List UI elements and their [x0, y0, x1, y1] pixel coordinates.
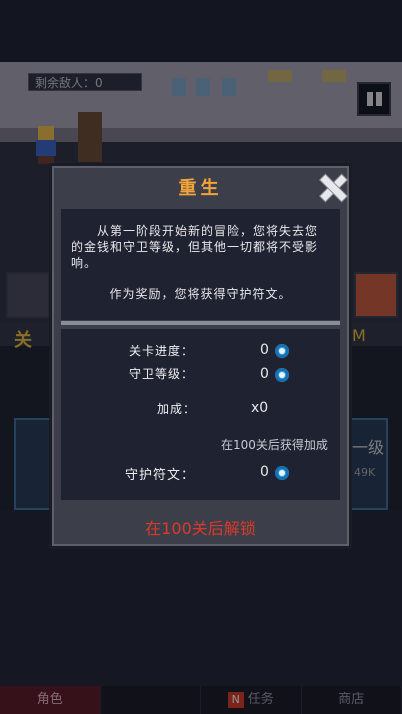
rune-label: 守护符文： [125, 468, 196, 483]
stats-box: 关卡进度： 0 守卫等级： 0 加成： x0 在100关后获得加成 守护符文： … [61, 329, 340, 500]
rebirth-dialog: 重生 从第一阶段开始新的冒险，您将失去您的金钱和守卫等级，但其他一切都将不受影响… [49, 163, 352, 549]
guard-level-label: 守卫等级： [129, 367, 195, 381]
unlock-button[interactable]: 在100关后解锁 [52, 515, 349, 539]
rune-icon [275, 368, 289, 382]
bonus-value: x0 [251, 400, 269, 416]
bonus-label: 加成： [157, 402, 197, 416]
rune-icon [275, 466, 289, 480]
dialog-title: 重生 [178, 178, 223, 199]
close-icon[interactable] [320, 175, 346, 201]
stage-progress-label: 关卡进度： [129, 344, 195, 358]
stage-progress-value: 0 [260, 342, 269, 358]
description-box: 从第一阶段开始新的冒险，您将失去您的金钱和守卫等级，但其他一切都将不受影响。 作… [61, 209, 340, 320]
divider [61, 321, 340, 325]
bonus-note: 在100关后获得加成 [221, 438, 328, 452]
rune-icon [275, 344, 289, 358]
reward-text: 作为奖励，您将获得守护符文。 [109, 287, 292, 301]
description-text: 从第一阶段开始新的冒险，您将失去您的金钱和守卫等级，但其他一切都将不受影响。 [71, 224, 319, 270]
rune-value: 0 [260, 464, 269, 480]
guard-level-value: 0 [260, 366, 269, 382]
